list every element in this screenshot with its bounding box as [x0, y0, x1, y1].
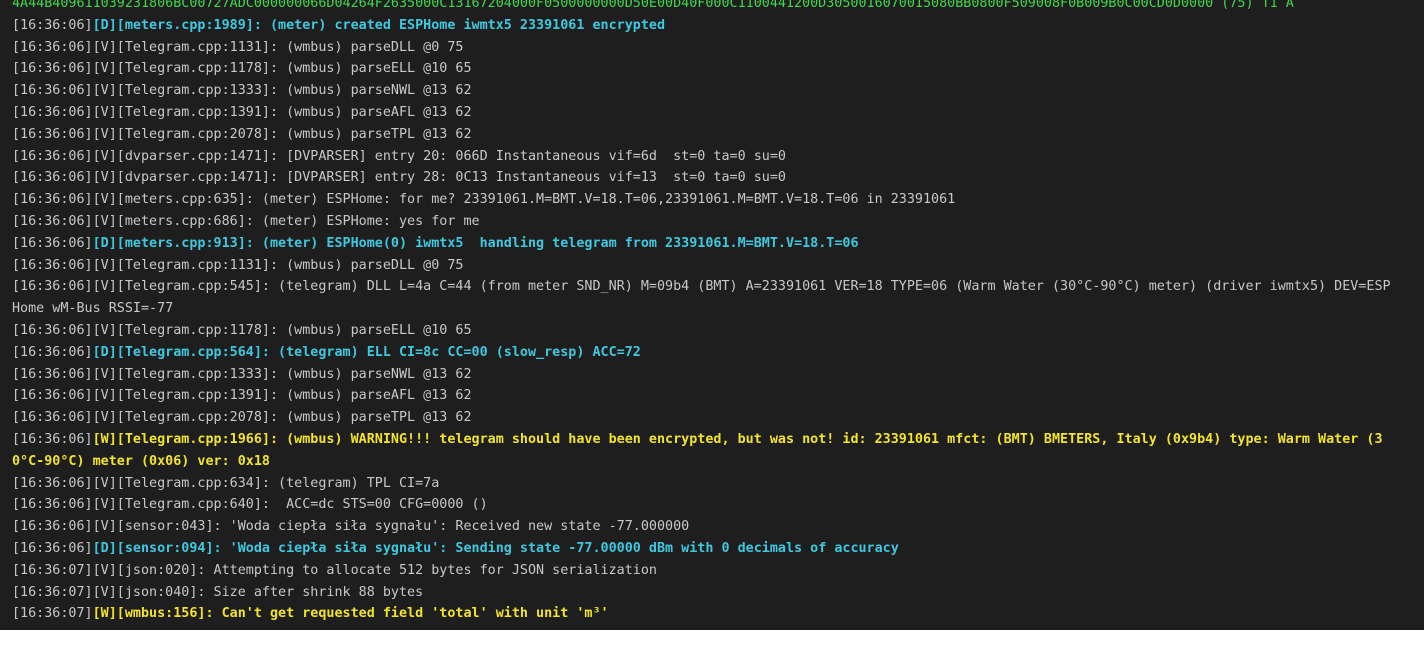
log-message: [V][Telegram.cpp:545]: (telegram) DLL L=…	[12, 279, 1391, 317]
log-line: [16:36:07][W][wmbus:156]: Can't get requ…	[12, 603, 1424, 625]
log-timestamp: [16:36:06]	[12, 497, 93, 513]
log-message: [W][wmbus:156]: Can't get requested fiel…	[92, 606, 609, 622]
log-message: [V][Telegram.cpp:1131]: (wmbus) parseDLL…	[92, 39, 464, 55]
log-timestamp: [16:36:06]	[12, 322, 93, 338]
log-line: [16:36:06][V][Telegram.cpp:1391]: (wmbus…	[12, 102, 1424, 124]
log-timestamp: [16:36:06]	[12, 366, 93, 382]
log-message: [V][Telegram.cpp:1333]: (wmbus) parseNWL…	[92, 83, 472, 99]
log-console[interactable]: 4A44B409611039231806BC00727ADC000000066D…	[0, 0, 1424, 630]
log-message: [W][Telegram.cpp:1966]: (wmbus) WARNING!…	[12, 431, 1383, 469]
log-message: [V][json:020]: Attempting to allocate 51…	[92, 562, 657, 578]
log-line: [16:36:06][V][Telegram.cpp:1131]: (wmbus…	[12, 255, 1424, 277]
log-timestamp: [16:36:06]	[12, 388, 93, 404]
log-message: [V][Telegram.cpp:1131]: (wmbus) parseDLL…	[92, 257, 464, 273]
log-message: [V][dvparser.cpp:1471]: [DVPARSER] entry…	[92, 148, 786, 164]
log-message: [V][Telegram.cpp:640]: ACC=dc STS=00 CFG…	[92, 497, 488, 513]
log-timestamp: [16:36:06]	[12, 344, 93, 360]
log-timestamp: [16:36:06]	[12, 170, 93, 186]
log-message: [V][Telegram.cpp:634]: (telegram) TPL CI…	[92, 475, 440, 491]
log-timestamp: [16:36:06]	[12, 39, 93, 55]
log-message: [V][Telegram.cpp:2078]: (wmbus) parseTPL…	[92, 126, 472, 142]
log-timestamp: [16:36:06]	[12, 475, 93, 491]
log-line: [16:36:06][D][Telegram.cpp:564]: (telegr…	[12, 342, 1424, 364]
log-message: [V][meters.cpp:635]: (meter) ESPHome: fo…	[92, 192, 956, 208]
log-timestamp: [16:36:06]	[12, 17, 93, 33]
log-timestamp: [16:36:06]	[12, 540, 93, 556]
log-timestamp: [16:36:06]	[12, 83, 93, 99]
log-timestamp: [16:36:06]	[12, 257, 93, 273]
log-line: [16:36:06][V][Telegram.cpp:640]: ACC=dc …	[12, 494, 1424, 516]
log-message: [D][meters.cpp:1989]: (meter) created ES…	[92, 17, 666, 33]
log-message: [V][sensor:043]: 'Woda ciepła siła sygna…	[92, 519, 690, 535]
log-line: [16:36:06][W][Telegram.cpp:1966]: (wmbus…	[12, 429, 1424, 473]
log-timestamp: [16:36:06]	[12, 519, 93, 535]
log-line: [16:36:07][V][json:020]: Attempting to a…	[12, 560, 1424, 582]
log-line: [16:36:06][V][dvparser.cpp:1471]: [DVPAR…	[12, 167, 1424, 189]
log-line: [16:36:06][D][sensor:094]: 'Woda ciepła …	[12, 538, 1424, 560]
log-message: [V][Telegram.cpp:1391]: (wmbus) parseAFL…	[92, 388, 472, 404]
log-timestamp: [16:36:06]	[12, 213, 93, 229]
log-line: [16:36:06][V][dvparser.cpp:1471]: [DVPAR…	[12, 146, 1424, 168]
log-line: [16:36:06][V][Telegram.cpp:1178]: (wmbus…	[12, 58, 1424, 80]
log-line: [16:36:06][V][Telegram.cpp:1333]: (wmbus…	[12, 80, 1424, 102]
log-line: [16:36:06][V][meters.cpp:635]: (meter) E…	[12, 189, 1424, 211]
log-line: [16:36:06][V][Telegram.cpp:1131]: (wmbus…	[12, 37, 1424, 59]
log-line: [16:36:06][V][Telegram.cpp:634]: (telegr…	[12, 473, 1424, 495]
log-message: [D][Telegram.cpp:564]: (telegram) ELL CI…	[92, 344, 641, 360]
log-line: [16:36:06][V][Telegram.cpp:1178]: (wmbus…	[12, 320, 1424, 342]
log-message: [V][Telegram.cpp:2078]: (wmbus) parseTPL…	[92, 410, 472, 426]
log-line: [16:36:06][V][Telegram.cpp:2078]: (wmbus…	[12, 124, 1424, 146]
log-line: [16:36:06][V][Telegram.cpp:545]: (telegr…	[12, 276, 1424, 320]
log-message: [V][Telegram.cpp:1178]: (wmbus) parseELL…	[92, 61, 472, 77]
log-timestamp: [16:36:07]	[12, 606, 93, 622]
raw-telegram-line: 4A44B409611039231806BC00727ADC000000066D…	[12, 0, 1424, 15]
log-timestamp: [16:36:07]	[12, 584, 93, 600]
log-line: [16:36:06][V][Telegram.cpp:1333]: (wmbus…	[12, 364, 1424, 386]
log-message: [V][meters.cpp:686]: (meter) ESPHome: ye…	[92, 213, 480, 229]
log-timestamp: [16:36:07]	[12, 562, 93, 578]
log-timestamp: [16:36:06]	[12, 104, 93, 120]
log-timestamp: [16:36:06]	[12, 148, 93, 164]
log-message: 4A44B409611039231806BC00727ADC000000066D…	[12, 0, 1294, 11]
log-timestamp: [16:36:06]	[12, 279, 93, 295]
log-line: [16:36:07][V][json:040]: Size after shri…	[12, 582, 1424, 604]
log-timestamp: [16:36:06]	[12, 410, 93, 426]
log-message: [V][json:040]: Size after shrink 88 byte…	[92, 584, 424, 600]
log-message: [V][dvparser.cpp:1471]: [DVPARSER] entry…	[92, 170, 786, 186]
log-line: [16:36:06][V][Telegram.cpp:1391]: (wmbus…	[12, 385, 1424, 407]
log-message: [D][sensor:094]: 'Woda ciepła siła sygna…	[92, 540, 899, 556]
log-timestamp: [16:36:06]	[12, 126, 93, 142]
log-timestamp: [16:36:06]	[12, 431, 93, 447]
log-timestamp: [16:36:06]	[12, 192, 93, 208]
log-line: [16:36:06][V][sensor:043]: 'Woda ciepła …	[12, 516, 1424, 538]
log-line: [16:36:06][V][meters.cpp:686]: (meter) E…	[12, 211, 1424, 233]
log-line: [16:36:06][V][Telegram.cpp:2078]: (wmbus…	[12, 407, 1424, 429]
log-timestamp: [16:36:06]	[12, 235, 93, 251]
log-line: [16:36:06][D][meters.cpp:913]: (meter) E…	[12, 233, 1424, 255]
log-line: [16:36:06][D][meters.cpp:1989]: (meter) …	[12, 15, 1424, 37]
log-message: [V][Telegram.cpp:1178]: (wmbus) parseELL…	[92, 322, 472, 338]
log-message: [V][Telegram.cpp:1333]: (wmbus) parseNWL…	[92, 366, 472, 382]
log-message: [D][meters.cpp:913]: (meter) ESPHome(0) …	[92, 235, 859, 251]
log-message: [V][Telegram.cpp:1391]: (wmbus) parseAFL…	[92, 104, 472, 120]
log-timestamp: [16:36:06]	[12, 61, 93, 77]
